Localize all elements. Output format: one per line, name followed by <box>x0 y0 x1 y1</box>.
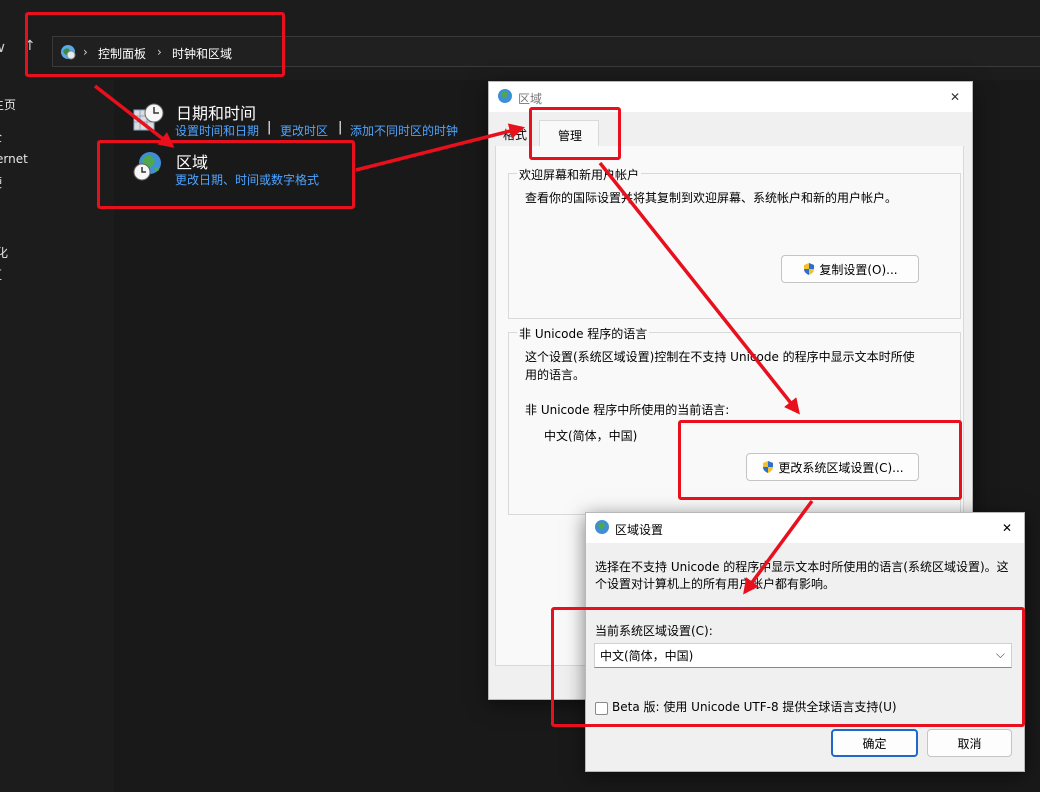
uac-shield-icon <box>802 262 816 276</box>
annotation-box-breadcrumb <box>25 12 285 77</box>
sidebar-item-clock[interactable]: 区 <box>0 266 2 283</box>
region-dialog-title: 区域 <box>518 92 543 106</box>
non-unicode-description-1: 这个设置(系统区域设置)控制在不支持 Unicode 的程序中显示文本时所使 <box>525 350 915 364</box>
annotation-box-region <box>97 140 355 209</box>
sidebar-item-home[interactable]: 主页 <box>0 96 16 113</box>
cancel-label: 取消 <box>957 736 982 751</box>
datetime-icon <box>132 102 164 137</box>
sidebar-item-internet[interactable]: ernet <box>0 152 28 166</box>
region-settings-description-2: 个设置对计算机上的所有用户帐户都有影响。 <box>595 577 836 591</box>
sidebar-item-system[interactable]: 全 <box>0 128 2 145</box>
annotation-box-locale-settings <box>551 607 1025 727</box>
region-settings-description-1: 选择在不支持 Unicode 的程序中显示文本时所使用的语言(系统区域设置)。这 <box>595 560 1009 574</box>
copy-settings-label: 复制设置(O)... <box>819 262 898 277</box>
ok-button[interactable]: 确定 <box>831 729 918 757</box>
copy-settings-button[interactable]: 复制设置(O)... <box>781 255 919 283</box>
change-timezone-link[interactable]: 更改时区 <box>280 122 328 139</box>
sidebar-item-hardware[interactable]: 硬 <box>0 174 2 191</box>
globe-icon <box>497 88 513 107</box>
current-language-value: 中文(简体，中国) <box>544 429 638 443</box>
region-settings-titlebar: 区域设置 ✕ <box>586 513 1024 543</box>
annotation-box-admin-tab <box>529 107 621 160</box>
annotation-box-change-locale <box>678 420 962 500</box>
sidebar-item-appearance[interactable]: 化 <box>0 244 8 261</box>
tab-formats[interactable]: 格式 <box>503 126 527 143</box>
current-language-label: 非 Unicode 程序中所使用的当前语言: <box>525 403 730 417</box>
globe-icon <box>594 519 610 538</box>
welcome-description: 查看你的国际设置并将其复制到欢迎屏幕、系统帐户和新的用户帐户。 <box>525 191 898 205</box>
close-icon[interactable]: ✕ <box>950 90 960 104</box>
link-separator: | <box>267 120 272 135</box>
cancel-button[interactable]: 取消 <box>927 729 1012 757</box>
welcome-group-legend: 欢迎屏幕和新用户帐户 <box>517 166 642 183</box>
region-settings-title: 区域设置 <box>615 523 664 537</box>
non-unicode-description-2: 用的语言。 <box>525 368 586 382</box>
add-clocks-link[interactable]: 添加不同时区的时钟 <box>350 122 458 139</box>
link-separator: | <box>338 120 343 135</box>
set-date-time-link[interactable]: 设置时间和日期 <box>175 122 259 139</box>
close-icon[interactable]: ✕ <box>1002 521 1012 535</box>
datetime-title[interactable]: 日期和时间 <box>176 100 256 124</box>
ok-label: 确定 <box>862 736 887 751</box>
non-unicode-group-legend: 非 Unicode 程序的语言 <box>517 325 650 342</box>
nav-recent-button[interactable]: ∨ <box>0 40 6 56</box>
